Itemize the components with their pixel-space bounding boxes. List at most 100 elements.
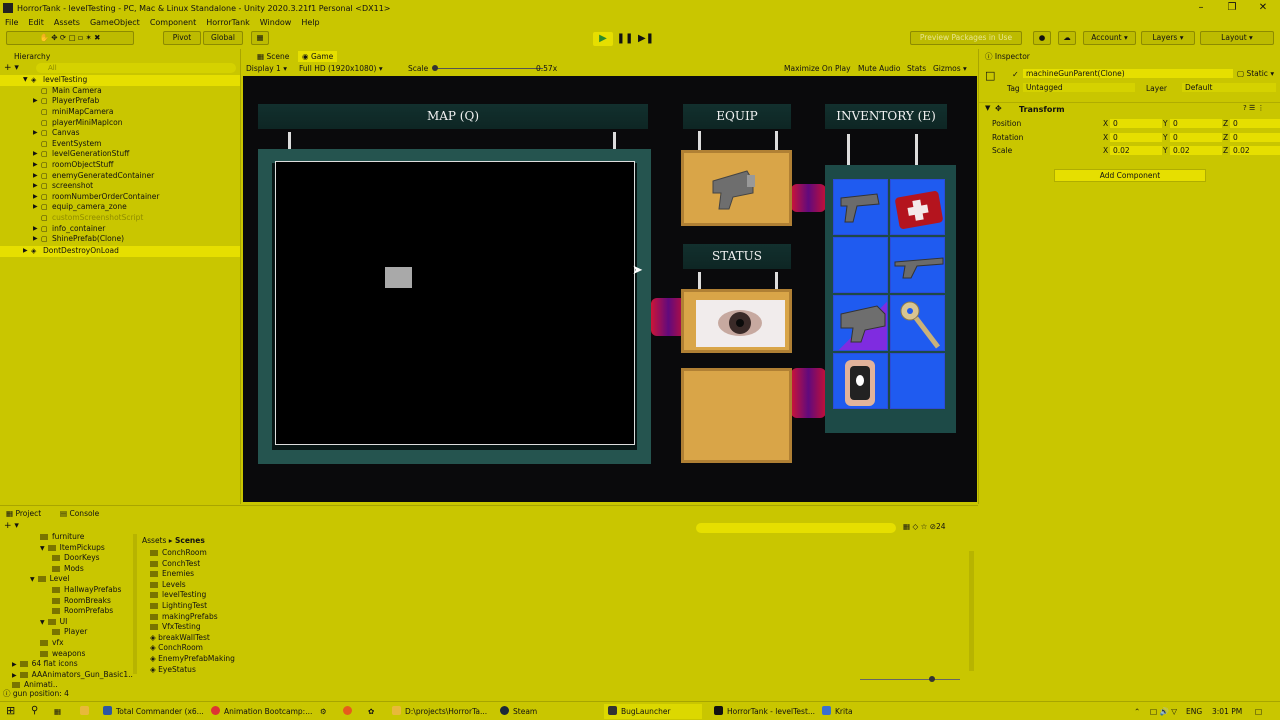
preview-packages-button[interactable]: Preview Packages in Use xyxy=(910,31,1022,45)
taskbar-app-chrome[interactable]: Animation Bootcamp:... xyxy=(211,704,312,719)
add-object-button[interactable]: + ▾ xyxy=(4,63,19,73)
menu-horrortank[interactable]: HorrorTank xyxy=(206,18,250,27)
hierarchy-tab[interactable]: Hierarchy xyxy=(14,51,50,62)
inspector-tab[interactable]: ⓘ Inspector xyxy=(985,51,1030,62)
unity-hub-icon[interactable]: ⚙ xyxy=(320,704,327,719)
project-file-item[interactable]: Levels xyxy=(150,580,186,590)
minimize-button[interactable]: – xyxy=(1186,0,1216,16)
project-tree-item[interactable]: ▼ Level xyxy=(30,574,69,584)
menu-component[interactable]: Component xyxy=(150,18,196,27)
scale-slider[interactable] xyxy=(433,68,543,69)
rotation-y-field[interactable]: 0 xyxy=(1170,132,1222,142)
inventory-slot[interactable] xyxy=(833,353,888,409)
maximize-on-play-toggle[interactable]: Maximize On Play xyxy=(784,63,851,74)
project-tree-item[interactable]: ▼ ItemPickups xyxy=(40,543,105,553)
project-tree-item[interactable]: Mods xyxy=(52,564,84,574)
game-tab[interactable]: ◉ Game xyxy=(298,51,338,62)
project-tree-item[interactable]: RoomBreaks xyxy=(52,596,111,606)
collab-icon[interactable]: ● xyxy=(1033,31,1051,45)
position-x-field[interactable]: 0 xyxy=(1110,119,1162,128)
icon-size-slider-thumb[interactable] xyxy=(929,676,935,682)
tree-arrow-icon[interactable]: ▼ xyxy=(40,619,45,626)
transform-header[interactable]: ▼ ✥ Transform ? ☰ ⋮ xyxy=(979,102,1280,115)
taskbar-app-krita[interactable]: Krita xyxy=(822,704,853,719)
project-file-item[interactable]: ConchRoom xyxy=(150,548,207,558)
global-toggle[interactable]: Global xyxy=(203,31,243,45)
foldout-arrow-icon[interactable]: ▼ xyxy=(985,104,990,112)
resolution-dropdown[interactable]: Full HD (1920x1080) ▾ xyxy=(299,63,383,74)
project-tree-item[interactable]: furniture xyxy=(40,532,84,542)
menu-help[interactable]: Help xyxy=(301,18,319,27)
project-search-input[interactable] xyxy=(696,523,896,533)
layout-dropdown[interactable]: Layout ▾ xyxy=(1200,31,1274,45)
dontdestroy-row[interactable]: ▶ ◈ DontDestroyOnLoad xyxy=(0,246,240,257)
expand-arrow-icon[interactable]: ▶ xyxy=(33,181,38,191)
breadcrumb-scenes[interactable]: Scenes xyxy=(175,536,205,545)
expand-arrow-icon[interactable]: ▶ xyxy=(33,234,38,244)
project-file-item[interactable]: ◈ EyeStatus xyxy=(150,665,196,675)
tray-chevron-icon[interactable]: ⌃ xyxy=(1134,704,1140,719)
breadcrumb-assets[interactable]: Assets xyxy=(142,536,166,545)
menu-window[interactable]: Window xyxy=(260,18,292,27)
inventory-slot[interactable] xyxy=(833,179,888,235)
start-icon[interactable]: ⊞ xyxy=(6,704,15,719)
menu-file[interactable]: File xyxy=(5,18,18,27)
hierarchy-item[interactable]: ▶ ▢ roomNumberOrderContainer xyxy=(0,192,240,203)
static-toggle[interactable]: ▢ Static ▾ xyxy=(1237,69,1274,78)
files-scrollbar[interactable] xyxy=(969,551,974,671)
scale-x-field[interactable]: 0.02 xyxy=(1110,146,1162,155)
tree-arrow-icon[interactable]: ▶ xyxy=(12,661,17,668)
hierarchy-item[interactable]: ▢ EventSystem xyxy=(0,139,240,150)
firefox-icon[interactable] xyxy=(343,704,356,719)
rotation-z-field[interactable]: 0 xyxy=(1230,132,1280,142)
settings-icon[interactable]: ✿ xyxy=(368,704,374,719)
object-name-field[interactable]: machineGunParent(Clone) xyxy=(1023,69,1233,78)
project-file-item[interactable]: ConchTest xyxy=(150,559,200,569)
project-tree-item[interactable]: ▶ AAAnimators_Gun_Basic1.. xyxy=(12,670,133,680)
scale-y-field[interactable]: 0.02 xyxy=(1170,146,1222,155)
hierarchy-item[interactable]: ▢ playerMiniMapIcon xyxy=(0,118,240,129)
expand-arrow-icon[interactable]: ▶ xyxy=(33,192,38,202)
transform-tools[interactable]: ✋ ✥ ⟳ ▢ ▫ ✶ ✖ xyxy=(6,31,134,45)
component-menu-icons[interactable]: ? ☰ ⋮ xyxy=(1243,104,1264,112)
tag-dropdown[interactable]: Untagged xyxy=(1023,83,1135,92)
project-tree-item[interactable]: Player xyxy=(52,627,87,637)
hierarchy-search-input[interactable]: All xyxy=(36,63,236,73)
inventory-slot[interactable] xyxy=(890,295,945,351)
grid-snap-button[interactable]: ▦ xyxy=(251,31,269,45)
hierarchy-item[interactable]: ▢ customScreenshotScript xyxy=(0,213,240,224)
project-tab[interactable]: ▦ Project xyxy=(6,508,41,519)
tray-icons[interactable]: □ 🔊 ▽ xyxy=(1150,704,1177,719)
expand-arrow-icon[interactable]: ▶ xyxy=(33,202,38,212)
inventory-slot[interactable] xyxy=(833,295,888,351)
project-tree-item[interactable]: HallwayPrefabs xyxy=(52,585,121,595)
hierarchy-item[interactable]: ▢ Main Camera xyxy=(0,86,240,97)
expand-arrow-icon[interactable]: ▶ xyxy=(23,246,28,256)
hierarchy-item[interactable]: ▢ miniMapCamera xyxy=(0,107,240,118)
hierarchy-item[interactable]: ▶ ▢ Canvas xyxy=(0,128,240,139)
project-file-item[interactable]: ◈ ConchRoom xyxy=(150,643,203,653)
taskbar-app-unity[interactable]: HorrorTank - levelTest... xyxy=(714,704,815,719)
pause-button[interactable]: ❚❚ xyxy=(615,32,635,46)
tree-arrow-icon[interactable]: ▶ xyxy=(12,672,17,679)
inventory-slot[interactable] xyxy=(833,237,888,293)
hierarchy-item[interactable]: ▶ ▢ roomObjectStuff xyxy=(0,160,240,171)
console-tab[interactable]: ▤ Console xyxy=(60,508,99,519)
clock[interactable]: 3:01 PM xyxy=(1212,704,1242,719)
project-file-item[interactable]: ◈ EnemyPrefabMaking xyxy=(150,654,235,664)
project-file-item[interactable]: VfxTesting xyxy=(150,622,201,632)
display-dropdown[interactable]: Display 1 ▾ xyxy=(246,63,287,74)
collapse-arrow-icon[interactable]: ▼ xyxy=(23,75,28,85)
menu-gameobject[interactable]: GameObject xyxy=(90,18,140,27)
project-file-item[interactable]: ◈ breakWallTest xyxy=(150,633,210,643)
scale-z-field[interactable]: 0.02 xyxy=(1230,146,1280,155)
mute-audio-toggle[interactable]: Mute Audio xyxy=(858,63,900,74)
hierarchy-item[interactable]: ▶ ▢ levelGenerationStuff xyxy=(0,149,240,160)
position-y-field[interactable]: 0 xyxy=(1170,119,1222,128)
project-tree-item[interactable]: ▶ 64 flat icons xyxy=(12,659,78,669)
empty-slot[interactable] xyxy=(681,368,792,463)
notification-icon[interactable]: □ xyxy=(1255,704,1262,719)
play-button[interactable]: ▶ xyxy=(593,32,613,46)
scene-tab[interactable]: ▦ Scene xyxy=(257,51,289,62)
cloud-icon[interactable]: ☁ xyxy=(1058,31,1076,45)
